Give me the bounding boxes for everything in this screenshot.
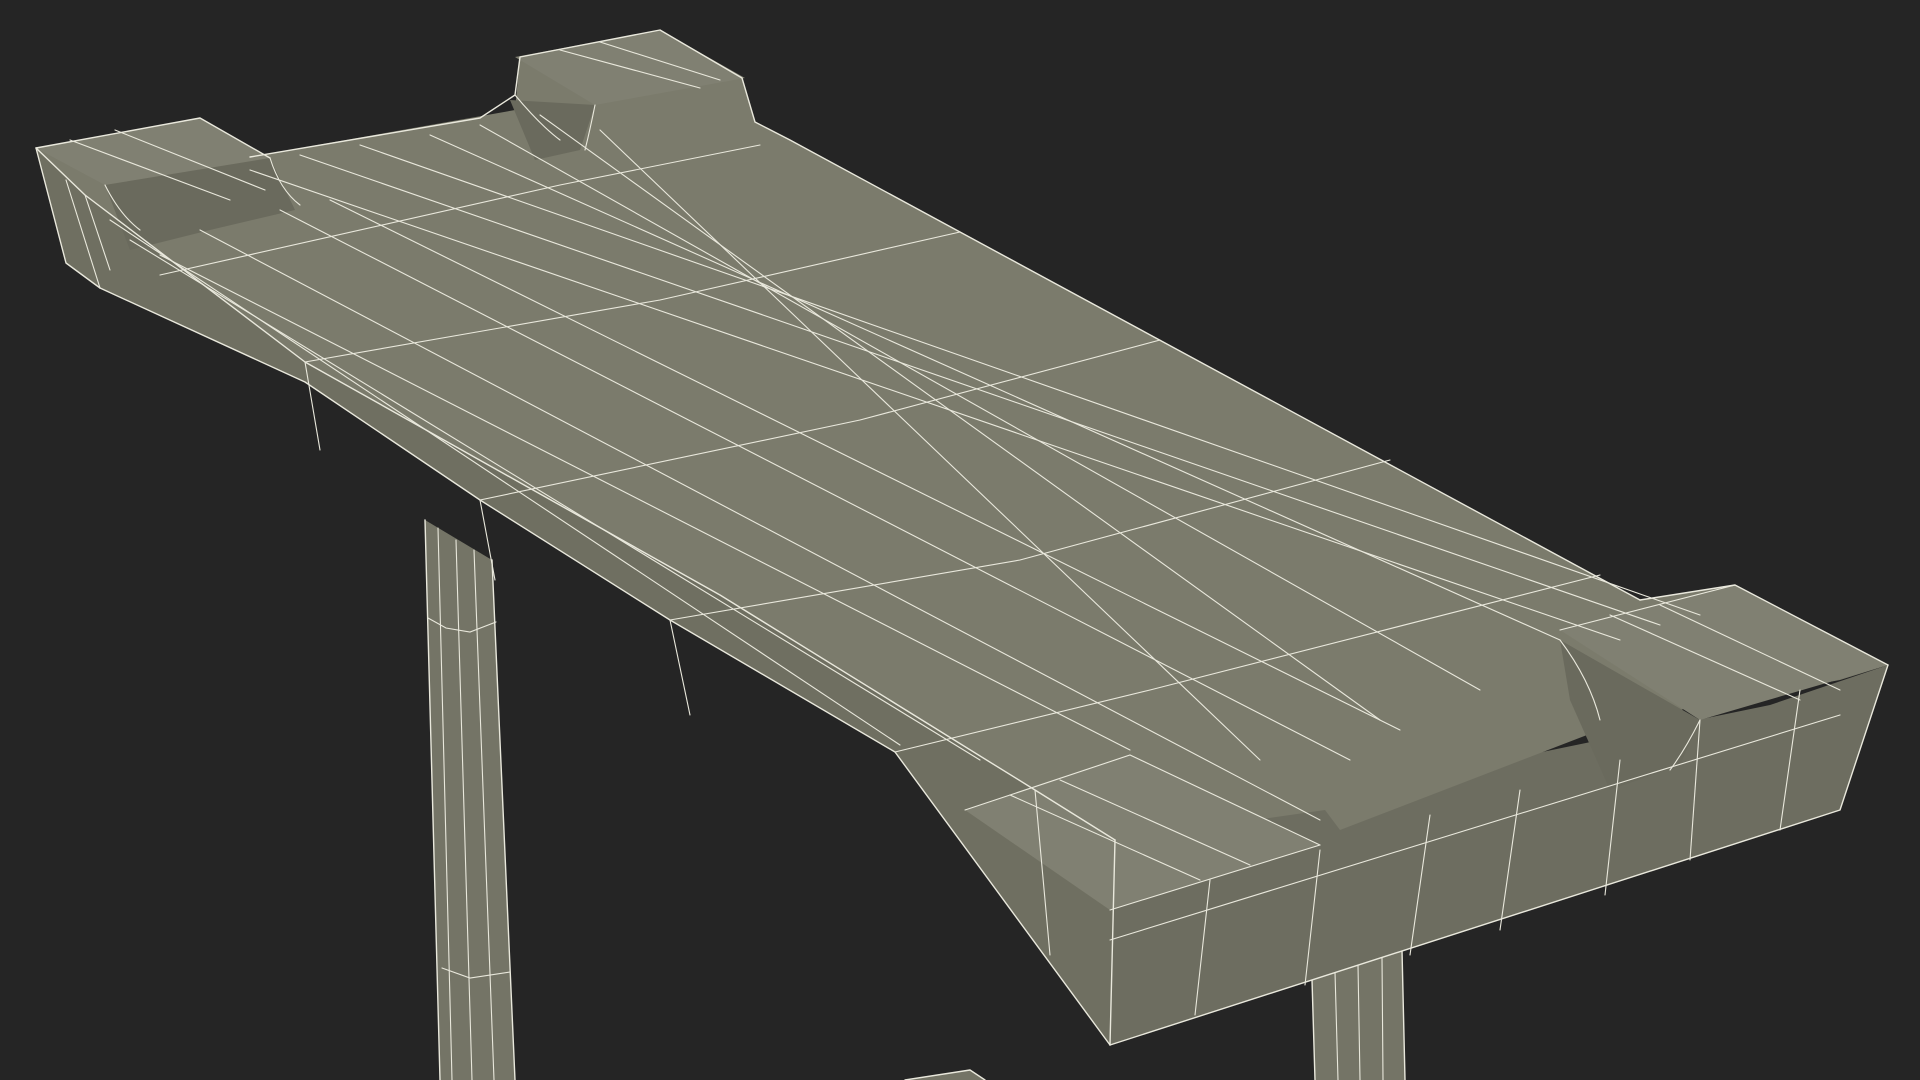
render-viewport [0,0,1920,1080]
foot-piece [904,1069,986,1080]
bench-wireframe-render [35,29,1889,1080]
left-leg [424,519,516,1080]
